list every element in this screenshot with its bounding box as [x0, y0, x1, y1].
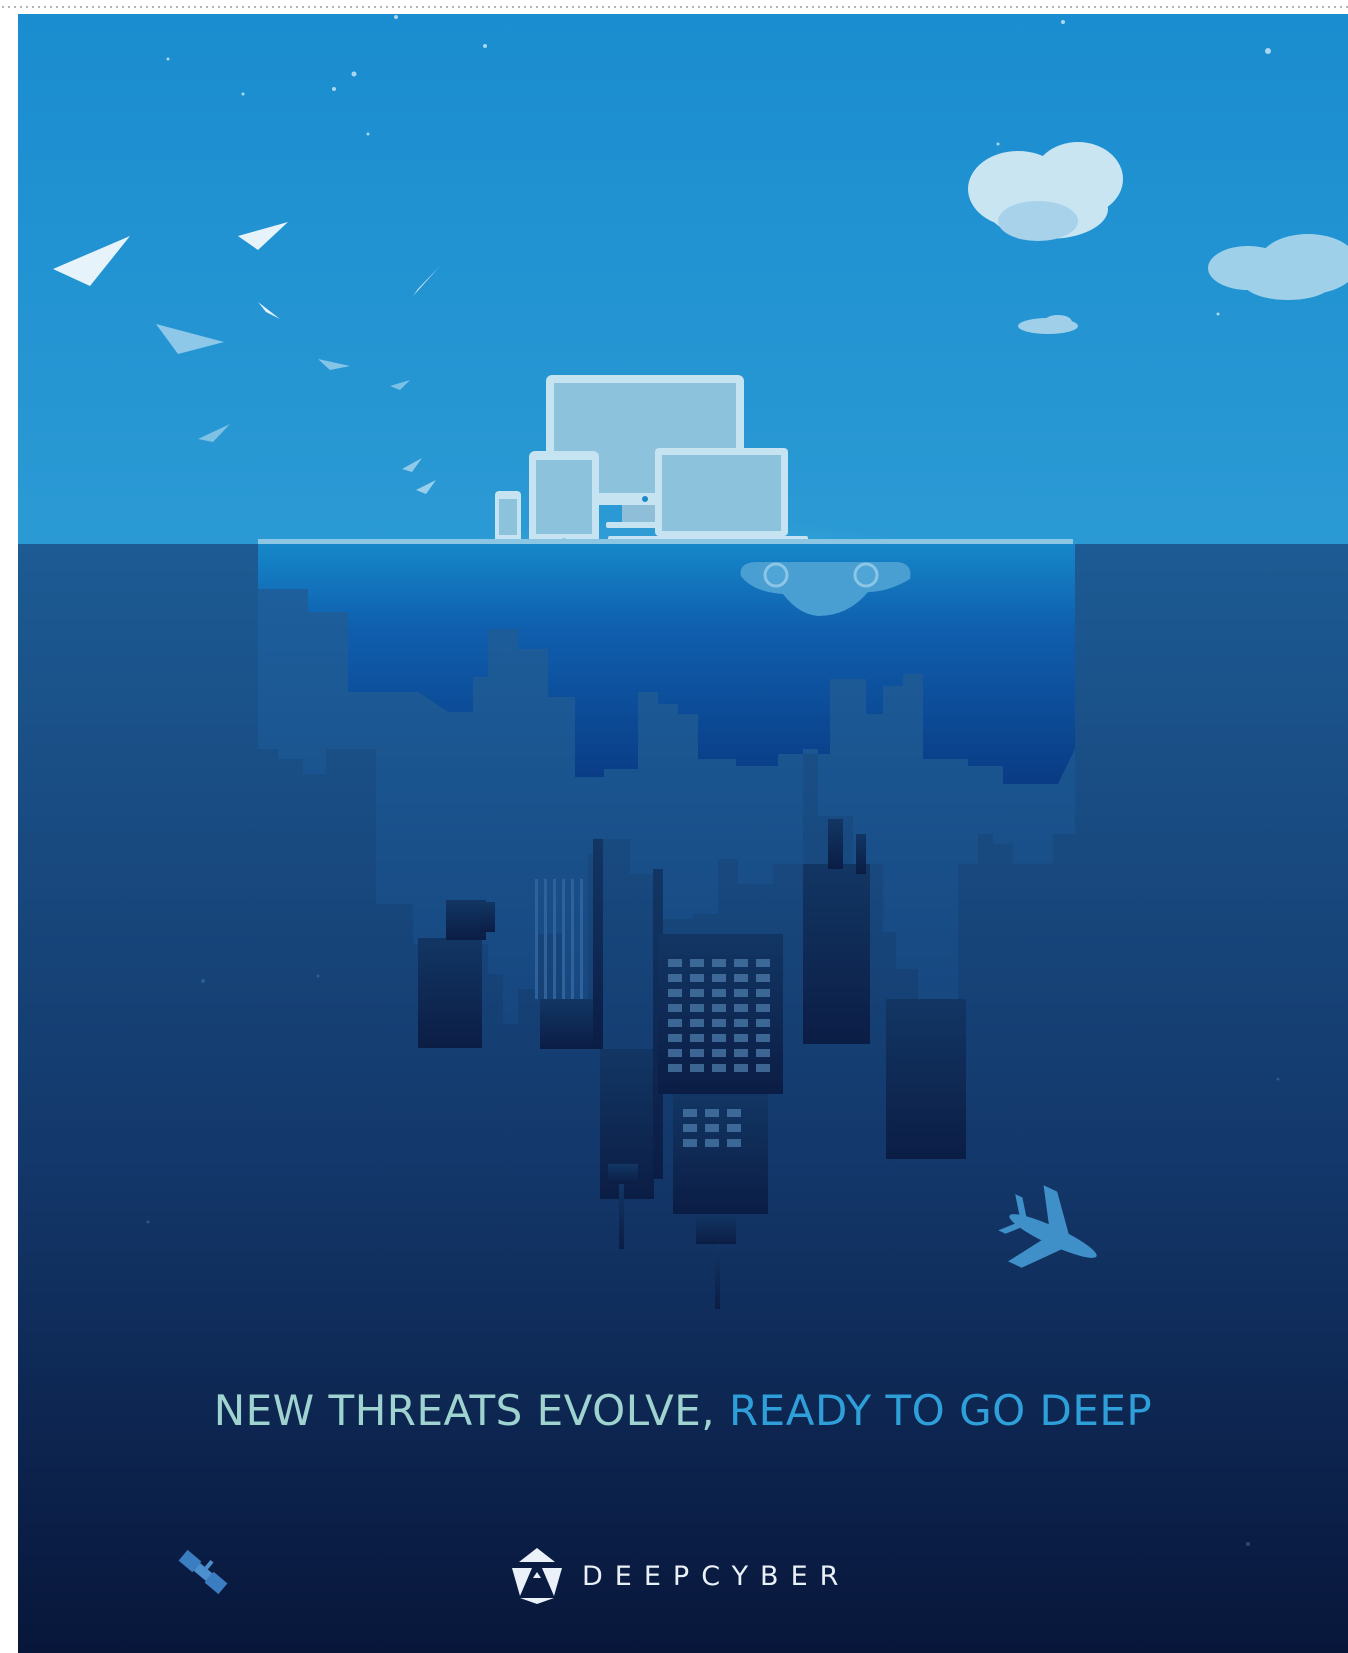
deepcyber-logo-icon	[512, 1548, 562, 1604]
phone-icon	[495, 491, 521, 543]
poster: NEW THREATS EVOLVE, READY TO GO DEEP DEE…	[18, 14, 1348, 1653]
top-dotted-border	[0, 6, 1348, 8]
brand-name: DEEPCYBER	[582, 1560, 851, 1592]
headline-part-2: READY TO GO DEEP	[729, 1386, 1153, 1435]
headline: NEW THREATS EVOLVE, READY TO GO DEEP	[18, 1386, 1348, 1435]
tablet-icon	[529, 451, 599, 545]
brand: DEEPCYBER	[508, 1546, 850, 1606]
headline-part-1: NEW THREATS EVOLVE,	[213, 1386, 716, 1435]
